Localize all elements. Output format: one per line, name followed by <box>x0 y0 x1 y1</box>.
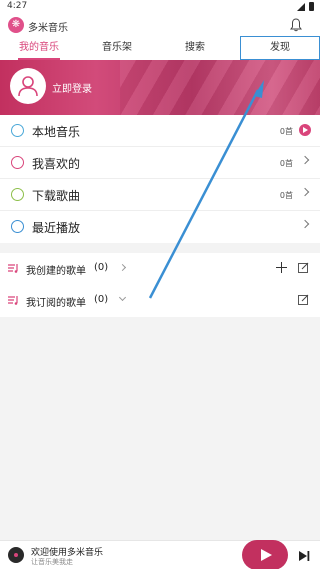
status-icons <box>297 2 314 11</box>
mini-player[interactable]: 欢迎使用多米音乐 让音乐美我走 <box>0 540 320 569</box>
play-button[interactable] <box>242 540 288 569</box>
playlist-label: 我订阅的歌单 <box>26 298 86 309</box>
avatar[interactable] <box>10 68 46 104</box>
menu-count: 0首 <box>279 127 293 136</box>
status-time: 4:27 <box>7 1 28 11</box>
edit-icon[interactable] <box>298 262 309 273</box>
next-icon[interactable] <box>298 550 310 562</box>
add-icon[interactable] <box>276 262 287 273</box>
tab-bar: 我的音乐 音乐架 搜索 发现 <box>0 36 320 60</box>
playlist-section: 我创建的歌单 (0) 我订阅的歌单 (0) <box>0 253 320 317</box>
playlist-count: (0) <box>94 262 109 273</box>
playlist-icon <box>8 296 18 305</box>
heart-icon <box>11 156 24 169</box>
login-banner[interactable]: 立即登录 <box>0 60 320 115</box>
menu-label: 本地音乐 <box>32 125 81 139</box>
status-bar: 4:27 <box>0 0 320 14</box>
music-note-icon <box>11 124 24 137</box>
disc-icon <box>8 547 24 563</box>
subscribed-playlists-row[interactable]: 我订阅的歌单 (0) <box>0 285 320 317</box>
bell-icon[interactable] <box>290 18 302 32</box>
signal-icon <box>297 2 305 11</box>
login-link[interactable]: 立即登录 <box>52 80 92 95</box>
chevron-right-icon <box>118 263 127 272</box>
player-subtitle: 让音乐美我走 <box>31 558 73 566</box>
user-icon <box>18 76 38 97</box>
chevron-right-icon <box>300 155 310 165</box>
battery-icon <box>309 2 314 11</box>
menu-item-downloads[interactable]: 下载歌曲 0首 <box>0 179 320 211</box>
tab-search[interactable]: 搜索 <box>156 36 234 60</box>
menu-count: 0首 <box>279 159 293 168</box>
banner-background <box>120 60 320 115</box>
playlist-count: (0) <box>94 294 109 305</box>
my-music-menu: 本地音乐 0首 我喜欢的 0首 下载歌曲 0首 最近播放 <box>0 115 320 243</box>
download-icon <box>11 188 24 201</box>
tab-music-shelf[interactable]: 音乐架 <box>78 36 156 60</box>
chevron-right-icon <box>300 187 310 197</box>
menu-label: 最近播放 <box>32 221 81 235</box>
playlist-label: 我创建的歌单 <box>26 266 86 277</box>
menu-item-recent[interactable]: 最近播放 <box>0 211 320 243</box>
menu-label: 我喜欢的 <box>32 157 81 171</box>
tab-discover[interactable]: 发现 <box>240 36 320 60</box>
play-circle-icon[interactable] <box>299 124 311 136</box>
app-logo: ❋ <box>8 17 24 33</box>
edit-icon[interactable] <box>298 294 309 305</box>
app-header: ❋ 多米音乐 <box>0 14 320 36</box>
menu-count: 0首 <box>279 191 293 200</box>
chevron-right-icon <box>300 219 310 229</box>
menu-label: 下载歌曲 <box>32 189 81 203</box>
app-title: 多米音乐 <box>28 23 68 34</box>
menu-item-favorites[interactable]: 我喜欢的 0首 <box>0 147 320 179</box>
chevron-down-icon <box>118 293 127 302</box>
tab-my-music[interactable]: 我的音乐 <box>0 36 78 60</box>
menu-item-local-music[interactable]: 本地音乐 0首 <box>0 115 320 147</box>
playlist-icon <box>8 264 18 273</box>
clock-icon <box>11 220 24 233</box>
created-playlists-row[interactable]: 我创建的歌单 (0) <box>0 253 320 285</box>
